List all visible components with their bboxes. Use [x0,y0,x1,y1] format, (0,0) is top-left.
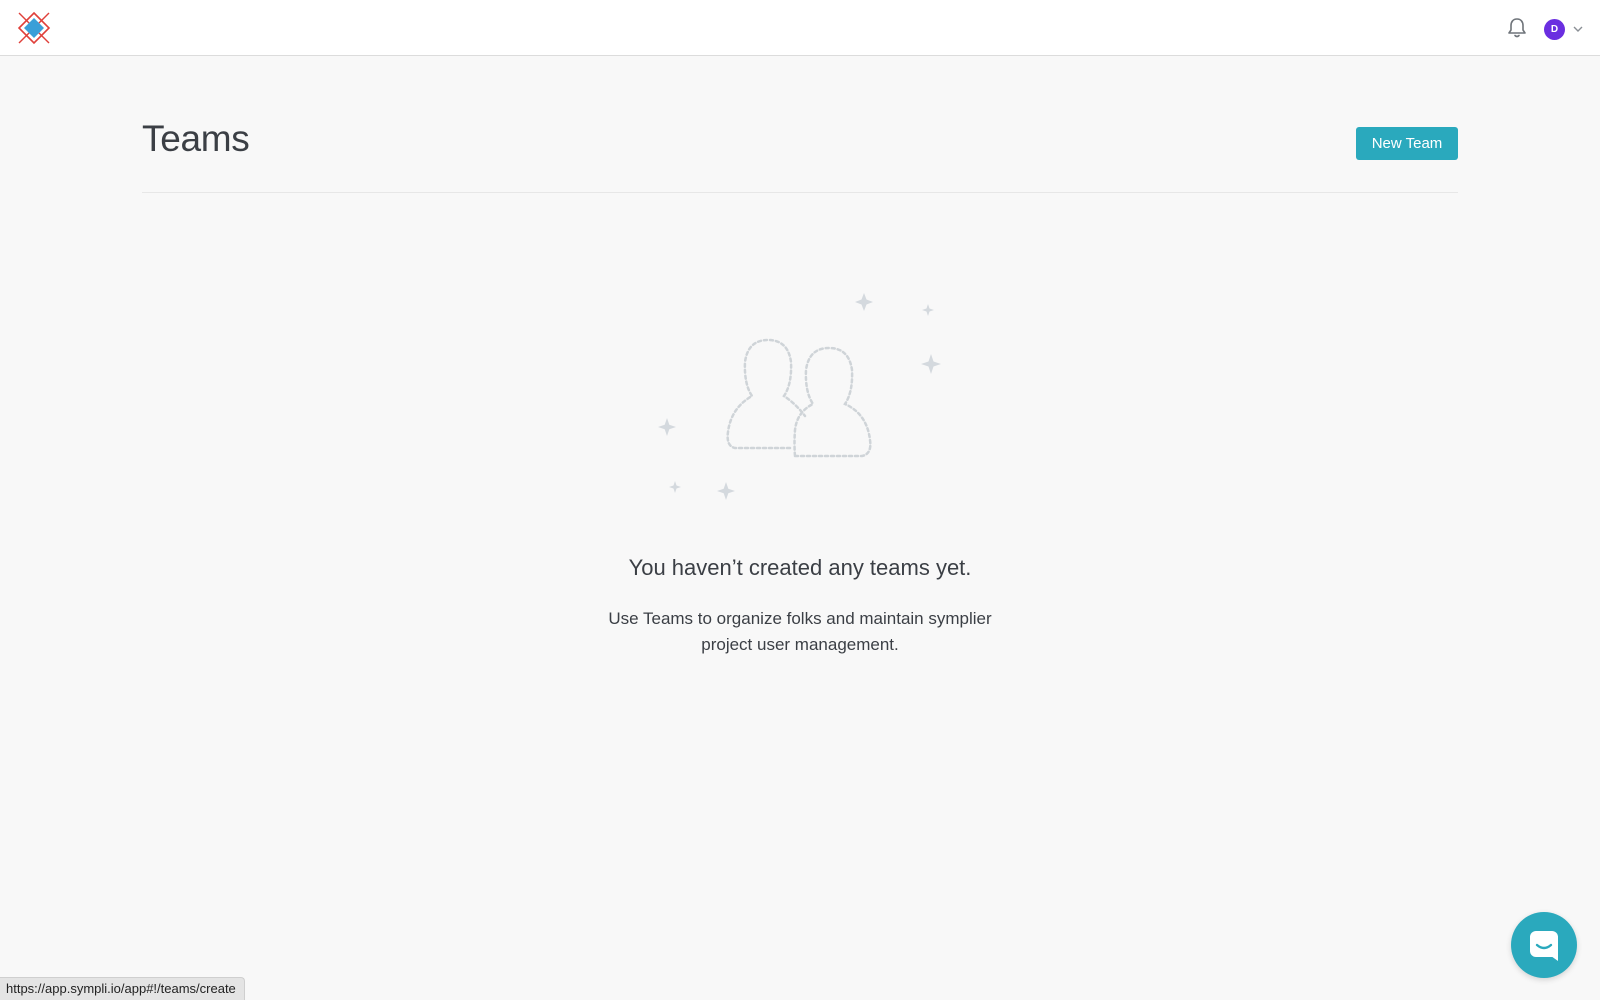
sparkle-icon [658,418,676,436]
chat-icon [1530,931,1558,961]
person-silhouette [726,338,807,450]
empty-state-title: You haven’t created any teams yet. [628,555,972,580]
page-title: Teams [142,118,250,159]
empty-state-description: Use Teams to organize folks and maintain… [608,609,992,654]
sparkle-icon [922,304,934,316]
person-silhouette [793,346,872,458]
status-bar-url: https://app.sympli.io/app#!/teams/create [0,977,245,1000]
bell-icon[interactable] [1505,16,1529,40]
sparkle-icon [669,481,681,493]
top-navbar: D [0,0,1600,56]
sparkle-icon [855,293,873,311]
sparkle-icon [921,354,941,374]
new-team-button[interactable]: New Team [1356,127,1458,160]
team-placeholder-icon [658,293,941,500]
sympli-logo-icon[interactable] [17,11,51,45]
header-divider [142,192,1458,193]
chevron-down-icon[interactable] [1572,24,1584,34]
sparkle-icon [717,482,735,500]
chat-widget-button[interactable] [1511,912,1577,978]
user-avatar[interactable]: D [1544,19,1565,40]
